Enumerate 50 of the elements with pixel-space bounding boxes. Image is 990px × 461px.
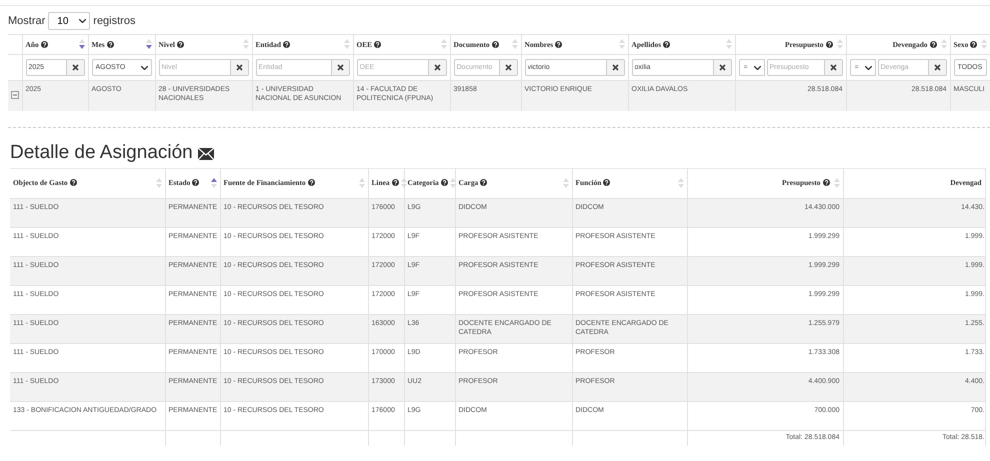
- clear-icon: [504, 64, 512, 71]
- length-select[interactable]: 10: [48, 12, 90, 30]
- help-icon: [106, 40, 114, 48]
- clear-icon: [72, 64, 78, 71]
- clear-button[interactable]: [66, 59, 84, 76]
- clear-icon: [934, 64, 940, 71]
- label: Mostrar: [8, 14, 46, 29]
- help-icon: [826, 40, 832, 48]
- clear-button[interactable]: [824, 59, 842, 76]
- clear-icon: [236, 64, 242, 71]
- caret-icon: [79, 19, 86, 23]
- clear-icon: [336, 64, 344, 71]
- caret-icon: [754, 66, 760, 70]
- help-icon: [192, 179, 200, 186]
- help-icon: [822, 179, 830, 186]
- help-icon: [663, 40, 670, 48]
- clear-icon: [612, 64, 618, 71]
- help-icon: [308, 179, 315, 186]
- help-icon: [555, 40, 562, 48]
- clear-button[interactable]: [332, 59, 350, 76]
- label: registros: [93, 14, 136, 29]
- clear-button[interactable]: [714, 59, 732, 76]
- caret-icon: [140, 66, 148, 70]
- clear-icon: [718, 64, 726, 71]
- sort-icon[interactable]: [78, 39, 84, 50]
- help-icon: [603, 179, 610, 186]
- help-icon: [480, 179, 488, 186]
- help-icon: [70, 179, 77, 186]
- help-icon: [440, 179, 448, 186]
- help-icon: [492, 40, 499, 48]
- clear-icon: [830, 64, 836, 71]
- help-icon: [176, 40, 184, 48]
- clear-button[interactable]: [428, 59, 446, 76]
- help-icon: [930, 40, 936, 48]
- help-icon: [374, 40, 382, 48]
- clear-button[interactable]: [606, 59, 624, 76]
- clear-button[interactable]: [928, 59, 946, 76]
- help-icon: [282, 40, 290, 48]
- help-icon: [40, 40, 48, 48]
- caret-icon: [864, 66, 872, 70]
- sort-icon[interactable]: [146, 39, 152, 50]
- clear-button[interactable]: [500, 59, 518, 76]
- section-title: Detalle de Asignación: [10, 142, 193, 165]
- mail-icon[interactable]: [198, 148, 214, 160]
- sort-icon[interactable]: [210, 178, 216, 188]
- clear-icon: [434, 64, 440, 71]
- clear-button[interactable]: [230, 59, 248, 76]
- collapse-icon[interactable]: [11, 91, 19, 100]
- help-icon: [970, 40, 978, 48]
- help-icon: [392, 179, 399, 186]
